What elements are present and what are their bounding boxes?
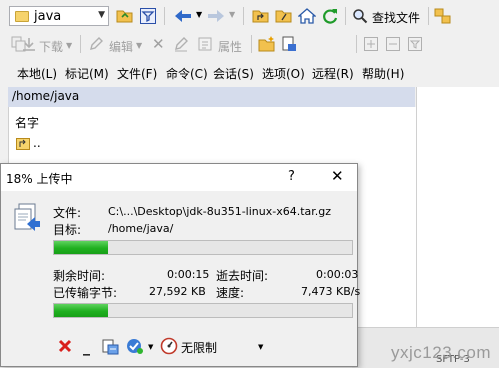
select-minus-icon[interactable] — [384, 35, 402, 53]
back-arrow-icon[interactable] — [172, 6, 194, 26]
remaining-time-label: 剩余时间: — [53, 269, 106, 283]
speed-limit-value[interactable]: 无限制 — [181, 339, 217, 356]
column-header-name[interactable]: 名字 — [15, 114, 39, 131]
forward-dropdown-icon[interactable]: ▼ — [229, 10, 235, 19]
side-panel — [416, 87, 499, 327]
menu-session[interactable]: 会话(S) — [213, 65, 254, 82]
download-icon[interactable] — [20, 35, 38, 53]
cancel-icon[interactable] — [56, 337, 74, 355]
download-dropdown-icon[interactable]: ▼ — [66, 41, 72, 50]
refresh-icon[interactable] — [320, 6, 340, 26]
synchronize-icon[interactable] — [433, 6, 453, 26]
file-progress-fill — [54, 241, 108, 254]
dialog-title: 18% 上传中 — [6, 172, 73, 186]
download-button[interactable]: 下载 — [39, 38, 63, 55]
speed-limit-dropdown-icon[interactable]: ▼ — [258, 343, 263, 351]
elapsed-time-label: 逝去时间: — [216, 269, 269, 283]
target-value: /home/java/ — [108, 222, 174, 235]
folder-icon — [15, 11, 29, 22]
find-file-icon[interactable] — [351, 7, 369, 25]
current-path: /home/java — [12, 89, 80, 103]
select-plus-icon[interactable] — [362, 35, 380, 53]
menu-remote[interactable]: 远程(R) — [312, 65, 354, 82]
edit-button[interactable]: 编辑 — [109, 38, 133, 55]
remote-directory-combo[interactable]: java ▼ — [9, 6, 109, 26]
total-progress-bar — [53, 303, 353, 318]
target-label: 目标: — [53, 223, 82, 237]
open-folder-icon[interactable] — [115, 6, 135, 26]
remaining-time-value: 0:00:15 — [167, 268, 210, 281]
find-file-button[interactable]: 查找文件 — [372, 9, 420, 26]
properties-icon[interactable] — [196, 35, 214, 53]
close-icon[interactable]: ✕ — [331, 167, 344, 185]
file-progress-bar — [53, 240, 353, 255]
rename-icon[interactable] — [172, 35, 190, 53]
menu-help[interactable]: 帮助(H) — [362, 65, 404, 82]
speed-label: 速度: — [216, 286, 245, 300]
file-value: C:\...\Desktop\jdk-8u351-linux-x64.tar.g… — [108, 205, 332, 218]
menu-command[interactable]: 命令(C) — [166, 65, 208, 82]
upload-files-icon — [11, 201, 43, 235]
elapsed-time-value: 0:00:03 — [316, 268, 359, 281]
edit-icon[interactable] — [87, 35, 105, 53]
new-file-icon[interactable] — [279, 34, 299, 54]
upload-progress-dialog: 18% 上传中 ? ✕ 文件: C:\...\Desktop\jdk-8u351… — [0, 163, 361, 367]
menu-options[interactable]: 选项(O) — [262, 65, 305, 82]
edit-dropdown-icon[interactable]: ▼ — [136, 41, 142, 50]
select-filter-icon[interactable] — [406, 35, 424, 53]
watermark: yxjc123.com — [391, 343, 491, 362]
list-item[interactable]: .. — [13, 135, 73, 153]
forward-arrow-icon[interactable] — [205, 6, 227, 26]
chevron-down-icon[interactable]: ▼ — [98, 10, 105, 20]
file-label: 文件: — [53, 206, 82, 220]
speed-value: 7,473 KB/s — [301, 285, 361, 298]
queue-icon[interactable] — [101, 336, 121, 356]
dialog-titlebar: 18% 上传中 ? ✕ — [1, 164, 357, 191]
parent-directory-icon[interactable] — [251, 6, 271, 26]
total-progress-fill — [54, 304, 108, 317]
new-folder-icon[interactable] — [257, 34, 277, 54]
menu-bar: 本地(L) 标记(M) 文件(F) 命令(C) 会话(S) 选项(O) 远程(R… — [0, 60, 499, 84]
on-completion-icon[interactable] — [125, 336, 145, 356]
root-directory-icon[interactable] — [274, 6, 294, 26]
transferred-label: 已传输字节: — [53, 286, 118, 300]
delete-icon[interactable]: ✕ — [152, 35, 165, 53]
parent-dir-label: .. — [33, 136, 41, 150]
menu-local[interactable]: 本地(L) — [17, 65, 57, 82]
menu-mark[interactable]: 标记(M) — [65, 65, 109, 82]
filter-icon[interactable] — [138, 6, 158, 26]
transferred-value: 27,592 KB — [149, 285, 206, 298]
speed-limit-icon[interactable] — [159, 336, 179, 356]
current-path-bar: /home/java — [8, 87, 415, 108]
minimize-icon[interactable]: _ — [83, 340, 90, 356]
help-button[interactable]: ? — [288, 169, 295, 184]
on-completion-dropdown-icon[interactable]: ▼ — [148, 343, 153, 351]
back-dropdown-icon[interactable]: ▼ — [196, 10, 202, 19]
properties-button[interactable]: 属性 — [218, 38, 242, 55]
home-icon[interactable] — [297, 6, 317, 26]
parent-folder-icon — [15, 136, 31, 152]
menu-file[interactable]: 文件(F) — [117, 65, 157, 82]
remote-directory-value: java — [34, 9, 62, 24]
